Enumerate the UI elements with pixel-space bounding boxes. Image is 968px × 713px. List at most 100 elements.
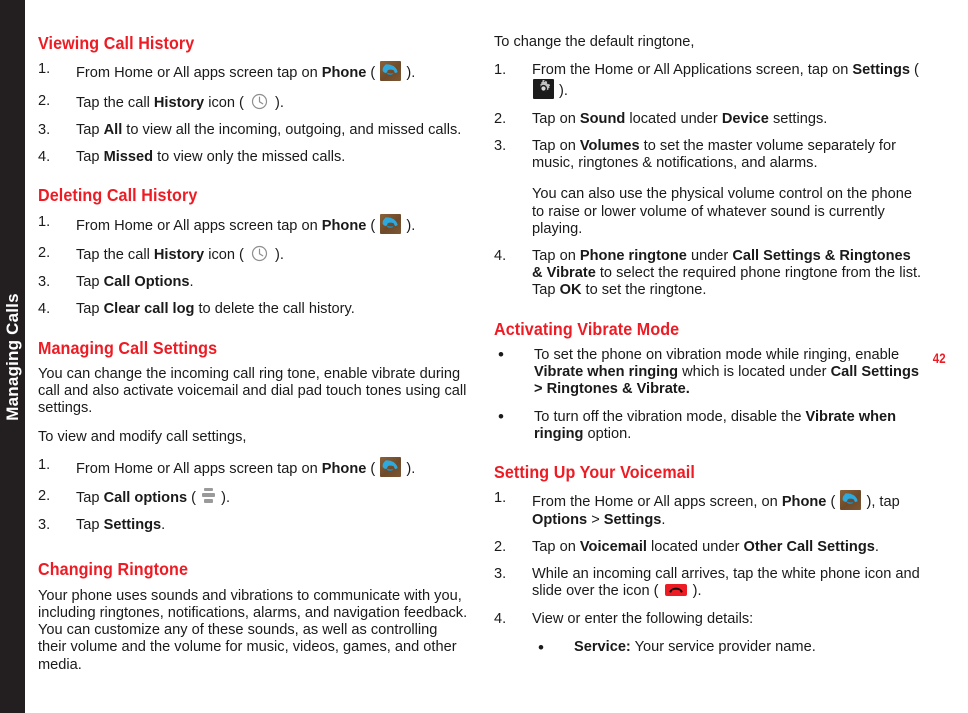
list-item: 1. From the Home or All apps screen, on … bbox=[494, 490, 924, 528]
list-setting-up-voicemail: 1. From the Home or All apps screen, on … bbox=[494, 490, 924, 657]
menu-bar-bottom bbox=[204, 498, 214, 503]
list-marker: 1. bbox=[38, 456, 51, 473]
list-item: 2. Tap on Sound located under Device set… bbox=[494, 111, 924, 128]
paragraph-volume-control-note: You can also use the physical volume con… bbox=[532, 186, 912, 237]
list-marker: 2. bbox=[38, 92, 51, 109]
section-heading-deleting-call-history: Deleting Call History bbox=[38, 185, 198, 206]
list-marker: 1. bbox=[494, 62, 507, 79]
list-marker: 2. bbox=[494, 538, 507, 555]
list-item: 3. Tap Settings. bbox=[38, 517, 468, 534]
bullet-icon: • bbox=[538, 637, 544, 657]
phone-app-icon bbox=[380, 213, 402, 234]
section-heading-managing-call-settings: Managing Call Settings bbox=[38, 337, 218, 358]
list-item-text: Tap on Sound located under Device settin… bbox=[532, 110, 828, 127]
paragraph-change-default-ringtone: To change the default ringtone, bbox=[494, 34, 695, 50]
list-marker: 4. bbox=[38, 149, 51, 166]
list-marker: 2. bbox=[38, 244, 51, 261]
list-marker: 3. bbox=[38, 121, 51, 138]
bullet-icon: • bbox=[498, 406, 504, 426]
menu-bars-icon bbox=[202, 487, 216, 506]
list-item-text: Tap on Voicemail located under Other Cal… bbox=[532, 538, 879, 555]
list-item: 2. Tap on Voicemail located under Other … bbox=[494, 539, 924, 556]
right-column: To change the default ringtone, 1. From … bbox=[494, 34, 924, 666]
list-item-text: From Home or All apps screen tap on Phon… bbox=[76, 213, 415, 234]
list-item-text: From Home or All apps screen tap on Phon… bbox=[76, 456, 415, 477]
list-item-text: While an incoming call arrives, tap the … bbox=[532, 566, 920, 600]
list-item-text: Tap on Phone ringtone under Call Setting… bbox=[532, 247, 922, 299]
list-item: 4. Tap on Phone ringtone under Call Sett… bbox=[494, 248, 924, 300]
list-item-text: Tap Call Options. bbox=[76, 274, 194, 291]
detail-text: Your service provider name. bbox=[630, 638, 816, 655]
menu-bar-top bbox=[204, 487, 214, 491]
list-item: 2. Tap Call options ( ). bbox=[38, 487, 468, 507]
section-heading-setting-up-voicemail: Setting Up Your Voicemail bbox=[494, 462, 695, 483]
section-heading-changing-ringtone: Changing Ringtone bbox=[38, 559, 189, 580]
list-item: 1. From the Home or All Applications scr… bbox=[494, 62, 924, 100]
list-item-text: From Home or All apps screen tap on Phon… bbox=[76, 61, 415, 82]
list-item: • To turn off the vibration mode, disabl… bbox=[494, 406, 924, 443]
list-item-text: Tap Clear call log to delete the call hi… bbox=[76, 301, 355, 318]
list-item: 1. From Home or All apps screen tap on P… bbox=[38, 61, 468, 82]
list-managing-call-settings: 1. From Home or All apps screen tap on P… bbox=[38, 456, 468, 535]
list-item-text: View or enter the following details: bbox=[532, 610, 754, 627]
list-marker: 2. bbox=[494, 110, 507, 127]
list-item: 3. While an incoming call arrives, tap t… bbox=[494, 566, 924, 600]
list-item-text: From the Home or All apps screen, on Pho… bbox=[532, 490, 900, 528]
list-item-text: From the Home or All Applications screen… bbox=[532, 62, 919, 100]
left-column: Viewing Call History 1. From Home or All… bbox=[38, 34, 468, 685]
list-viewing-call-history: 1. From Home or All apps screen tap on P… bbox=[38, 61, 468, 166]
list-marker: 4. bbox=[494, 610, 507, 627]
list-marker: 4. bbox=[494, 247, 507, 264]
list-item-text: Tap Call options ( ). bbox=[76, 487, 231, 506]
list-item: 1. From Home or All apps screen tap on P… bbox=[38, 213, 468, 235]
clock-history-icon bbox=[251, 93, 268, 110]
list-change-default-ringtone: 1. From the Home or All Applications scr… bbox=[494, 62, 924, 299]
phone-app-icon bbox=[840, 490, 862, 511]
list-item-text: Tap Settings. bbox=[76, 517, 166, 534]
list-marker: 1. bbox=[38, 61, 51, 78]
paragraph-view-modify-call-settings: To view and modify call settings, bbox=[38, 428, 247, 445]
list-item: 2. Tap the call History icon ( ). bbox=[38, 245, 468, 264]
paragraph-managing-call-settings-intro: You can change the incoming call ring to… bbox=[38, 365, 467, 417]
list-item: • Service: Your service provider name. bbox=[532, 637, 924, 657]
list-item: 4. Tap Clear call log to delete the call… bbox=[38, 301, 468, 318]
list-marker: 1. bbox=[494, 490, 507, 507]
list-item: 1. From Home or All apps screen tap on P… bbox=[38, 456, 468, 478]
list-item-text: Tap the call History icon ( ). bbox=[76, 93, 284, 111]
list-item: 4. View or enter the following details: … bbox=[494, 610, 924, 657]
list-item-text: To set the phone on vibration mode while… bbox=[534, 347, 919, 398]
detail-label: Service: bbox=[574, 638, 631, 655]
list-item: 4. Tap Missed to view only the missed ca… bbox=[38, 149, 468, 166]
list-item: • To set the phone on vibration mode whi… bbox=[494, 345, 924, 399]
clock-history-icon bbox=[251, 245, 268, 262]
list-marker: 3. bbox=[38, 274, 51, 291]
list-activating-vibrate-mode: • To set the phone on vibration mode whi… bbox=[494, 345, 924, 443]
list-marker: 3. bbox=[494, 566, 507, 583]
section-heading-viewing-call-history: Viewing Call History bbox=[38, 33, 195, 53]
paragraph-changing-ringtone: Your phone uses sounds and vibrations to… bbox=[38, 587, 468, 673]
list-item-text: Tap the call History icon ( ). bbox=[76, 245, 284, 263]
page-content: Viewing Call History 1. From Home or All… bbox=[0, 0, 968, 713]
bullet-icon: • bbox=[498, 345, 504, 364]
list-deleting-call-history: 1. From Home or All apps screen tap on P… bbox=[38, 213, 468, 319]
list-marker: 1. bbox=[38, 213, 51, 230]
list-item-text: Tap Missed to view only the missed calls… bbox=[76, 149, 346, 166]
list-item: 3. Tap on Volumes to set the master volu… bbox=[494, 138, 924, 238]
list-item-text: Tap on Volumes to set the master volume … bbox=[532, 137, 896, 172]
gear-settings-icon bbox=[533, 79, 554, 100]
list-marker: 2. bbox=[38, 487, 51, 504]
list-item: 2. Tap the call History icon ( ). bbox=[38, 93, 468, 112]
list-marker: 3. bbox=[38, 517, 51, 534]
list-item-text: To turn off the vibration mode, disable … bbox=[534, 408, 897, 442]
phone-app-icon bbox=[380, 456, 402, 477]
list-item: 3. Tap Call Options. bbox=[38, 274, 468, 291]
list-item: 3. Tap All to view all the incoming, out… bbox=[38, 122, 468, 139]
list-marker: 4. bbox=[38, 301, 51, 318]
list-marker: 3. bbox=[494, 137, 507, 154]
list-item-text: Tap All to view all the incoming, outgoi… bbox=[76, 121, 462, 138]
sublist-voicemail-details: • Service: Your service provider name. bbox=[532, 637, 924, 657]
phone-app-icon bbox=[380, 61, 402, 82]
end-call-icon bbox=[664, 584, 687, 597]
section-heading-activating-vibrate-mode: Activating Vibrate Mode bbox=[494, 318, 680, 339]
menu-bar-middle bbox=[202, 492, 216, 497]
